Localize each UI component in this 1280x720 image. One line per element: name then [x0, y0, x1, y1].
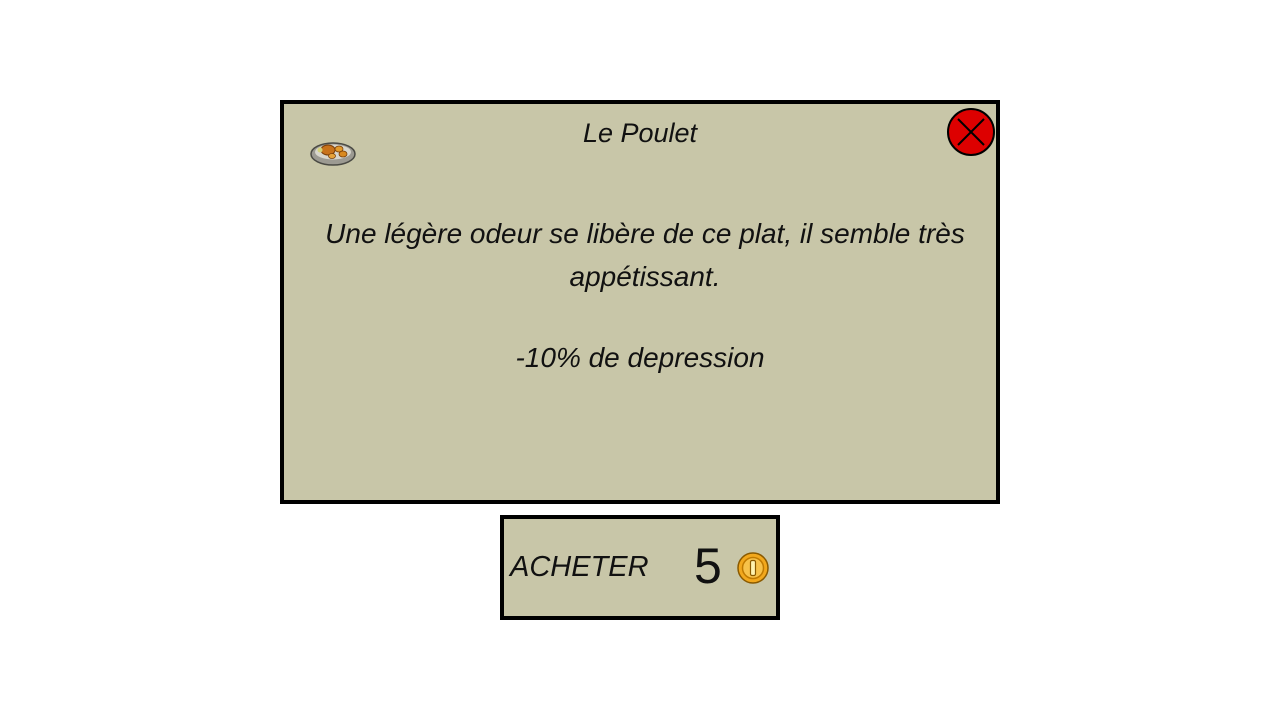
- item-title: Le Poulet: [582, 118, 698, 148]
- game-screen: Le Poulet Une légère odeur se libère de …: [0, 0, 1280, 720]
- gold-coin-icon: [737, 552, 769, 584]
- buy-button[interactable]: ACHETER 5: [500, 515, 780, 620]
- item-effect: -10% de depression: [515, 342, 765, 373]
- price-value: 5: [694, 538, 722, 594]
- item-dialog: Le Poulet Une légère odeur se libère de …: [280, 100, 1000, 504]
- close-button[interactable]: [946, 107, 996, 157]
- buy-label: ACHETER: [510, 551, 649, 583]
- item-description: Une légère odeur se libère de ce plat, i…: [325, 218, 965, 292]
